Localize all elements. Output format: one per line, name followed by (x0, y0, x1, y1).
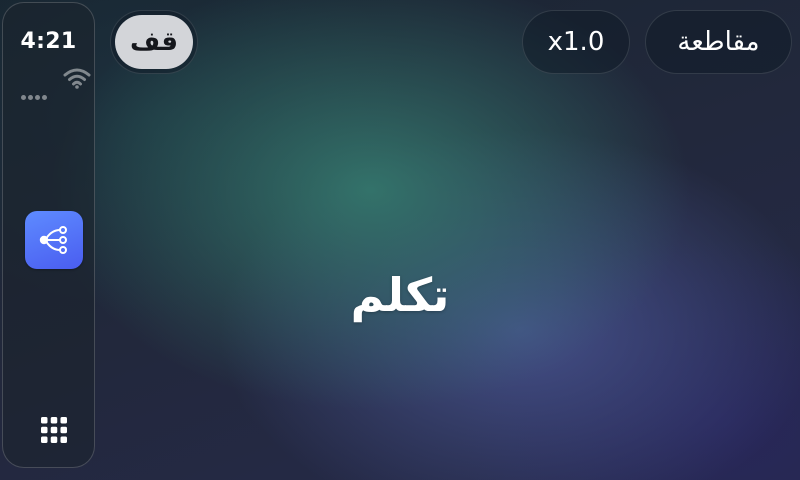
status-indicators (19, 67, 91, 100)
stop-button[interactable]: قف (110, 10, 198, 74)
status-time: 4:21 (20, 29, 77, 54)
app-grid-button[interactable] (39, 415, 69, 445)
cellular-signal-icon (21, 85, 49, 104)
sidebar: 4:21 (2, 2, 95, 468)
share-nodes-icon (39, 226, 67, 254)
wifi-icon (63, 68, 91, 89)
interrupt-button[interactable]: مقاطعة (645, 10, 792, 74)
playback-speed-button[interactable]: x1.0 (522, 10, 630, 74)
app-shortcut-button[interactable] (25, 211, 83, 269)
stop-button-label: قف (115, 15, 193, 69)
app-grid-icon (41, 417, 67, 443)
speak-prompt: تكلم (350, 268, 450, 322)
